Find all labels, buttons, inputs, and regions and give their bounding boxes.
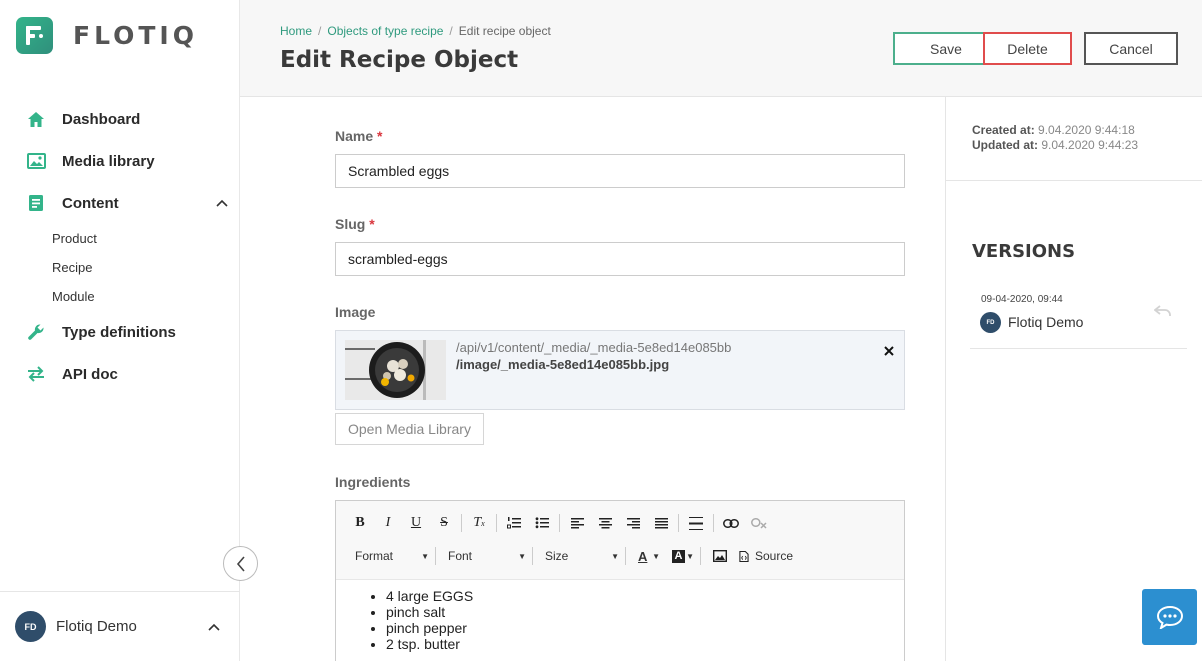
swap-arrows-icon <box>26 364 46 384</box>
user-menu[interactable]: FD Flotiq Demo <box>0 591 240 661</box>
name-input[interactable]: Scrambled eggs <box>335 154 905 188</box>
breadcrumb-home-link[interactable]: Home <box>280 24 312 38</box>
timestamps: Created at: 9.04.2020 9:44:18 Updated at… <box>972 123 1139 152</box>
text-color-icon[interactable]: A ▼ <box>632 545 666 567</box>
breadcrumb-recipe-list-link[interactable]: Objects of type recipe <box>327 24 443 38</box>
sidebar-subitem-product[interactable]: Product <box>0 224 240 253</box>
avatar: FD <box>980 312 1001 333</box>
collapse-sidebar-button[interactable] <box>223 546 258 581</box>
italic-icon[interactable]: I <box>377 513 399 533</box>
sidebar-item-label: Media library <box>62 152 155 170</box>
sidebar-subitem-recipe[interactable]: Recipe <box>0 253 240 282</box>
list-item: pinch pepper <box>386 620 904 636</box>
underline-icon[interactable]: U <box>405 513 427 533</box>
image-icon <box>26 151 46 171</box>
font-dropdown[interactable]: Font ▼ <box>442 545 532 567</box>
list-item: 2 tsp. butter <box>386 636 904 652</box>
open-media-library-button[interactable]: Open Media Library <box>335 413 484 445</box>
bulleted-list-icon[interactable] <box>531 513 553 533</box>
numbered-list-icon[interactable] <box>503 513 525 533</box>
align-right-icon[interactable] <box>622 513 644 533</box>
chevron-left-icon <box>236 555 245 572</box>
wrench-icon <box>26 322 46 342</box>
home-icon <box>26 109 46 129</box>
page-title: Edit Recipe Object <box>280 47 519 73</box>
chevron-up-icon[interactable] <box>208 618 220 636</box>
sidebar-item-media-library[interactable]: Media library <box>0 140 240 182</box>
breadcrumb-current: Edit recipe object <box>458 24 551 38</box>
flotiq-logo-icon <box>16 17 53 54</box>
created-at: 9.04.2020 9:44:18 <box>1038 123 1135 137</box>
sidebar-item-type-definitions[interactable]: Type definitions <box>0 311 240 353</box>
versions-title: VERSIONS <box>972 241 1076 262</box>
sidebar: FLOTIQ Dashboard Media library Content P… <box>0 0 240 661</box>
image-thumbnail[interactable] <box>345 340 446 400</box>
sidebar-nav: Dashboard Media library Content Product … <box>0 98 240 395</box>
remove-image-icon[interactable] <box>884 343 894 361</box>
image-file-path: /image/_media-5e8ed14e085bb.jpg <box>456 357 670 372</box>
insert-image-icon[interactable] <box>707 545 733 567</box>
list-item: pinch salt <box>386 604 904 620</box>
sidebar-item-api-doc[interactable]: API doc <box>0 353 240 395</box>
bold-icon[interactable]: B <box>349 513 371 533</box>
sidebar-item-label: Type definitions <box>62 323 176 341</box>
link-icon[interactable] <box>720 513 742 533</box>
version-date: 09-04-2020, 09:44 <box>981 294 1063 305</box>
breadcrumb: Home / Objects of type recipe / Edit recipe … <box>280 24 551 38</box>
ingredients-list[interactable]: 4 large EGGS pinch salt pinch pepper 2 t… <box>336 580 904 652</box>
slug-input[interactable]: scrambled-eggs <box>335 242 905 276</box>
strikethrough-icon[interactable]: S <box>433 513 455 533</box>
sidebar-subitem-module[interactable]: Module <box>0 282 240 311</box>
editor-toolbar: B I U S Tx Format ▼ Font ▼ Size ▼ A ▼ A … <box>336 501 904 580</box>
document-icon <box>26 193 46 213</box>
list-item: 4 large EGGS <box>386 588 904 604</box>
logo[interactable]: FLOTIQ <box>16 17 198 54</box>
chat-button[interactable] <box>1142 589 1197 645</box>
image-preview: /api/v1/content/_media/_media-5e8ed14e08… <box>335 330 905 410</box>
user-name: Flotiq Demo <box>56 618 137 635</box>
divider <box>946 180 1202 181</box>
ingredients-editor: B I U S Tx Format ▼ Font ▼ Size ▼ A ▼ A … <box>335 500 905 661</box>
sidebar-item-label: API doc <box>62 365 118 383</box>
format-dropdown[interactable]: Format ▼ <box>349 545 435 567</box>
image-label: Image <box>335 304 376 320</box>
chevron-up-icon[interactable] <box>216 196 228 210</box>
align-justify-icon[interactable] <box>650 513 672 533</box>
page-header: Home / Objects of type recipe / Edit recipe … <box>240 0 1202 97</box>
slug-label: Slug * <box>335 216 375 232</box>
sidebar-item-label: Dashboard <box>62 110 141 128</box>
align-center-icon[interactable] <box>594 513 616 533</box>
remove-format-icon[interactable]: Tx <box>468 513 490 533</box>
sidebar-item-label: Content <box>62 194 119 212</box>
chat-icon <box>1156 605 1183 629</box>
restore-version-icon[interactable] <box>1153 304 1172 322</box>
align-left-icon[interactable] <box>566 513 588 533</box>
version-user: Flotiq Demo <box>1008 314 1084 330</box>
unlink-icon[interactable] <box>748 513 770 533</box>
object-info-panel: Created at: 9.04.2020 9:44:18 Updated at… <box>945 97 1202 661</box>
delete-button[interactable]: Delete <box>983 32 1072 65</box>
cancel-button[interactable]: Cancel <box>1084 32 1178 65</box>
avatar: FD <box>15 611 46 642</box>
ingredients-label: Ingredients <box>335 474 411 490</box>
background-color-icon[interactable]: A ▼ <box>666 545 700 567</box>
source-button[interactable]: Source <box>733 545 799 567</box>
logo-text: FLOTIQ <box>73 21 198 50</box>
horizontal-line-icon[interactable] <box>685 513 707 533</box>
name-label: Name * <box>335 128 383 144</box>
version-item[interactable]: 09-04-2020, 09:44 FD Flotiq Demo <box>970 286 1187 349</box>
updated-at: 9.04.2020 9:44:23 <box>1041 138 1139 152</box>
image-api-path: /api/v1/content/_media/_media-5e8ed14e08… <box>456 340 732 355</box>
sidebar-item-content[interactable]: Content <box>0 182 240 224</box>
source-icon <box>739 550 749 562</box>
size-dropdown[interactable]: Size ▼ <box>539 545 625 567</box>
sidebar-item-dashboard[interactable]: Dashboard <box>0 98 240 140</box>
